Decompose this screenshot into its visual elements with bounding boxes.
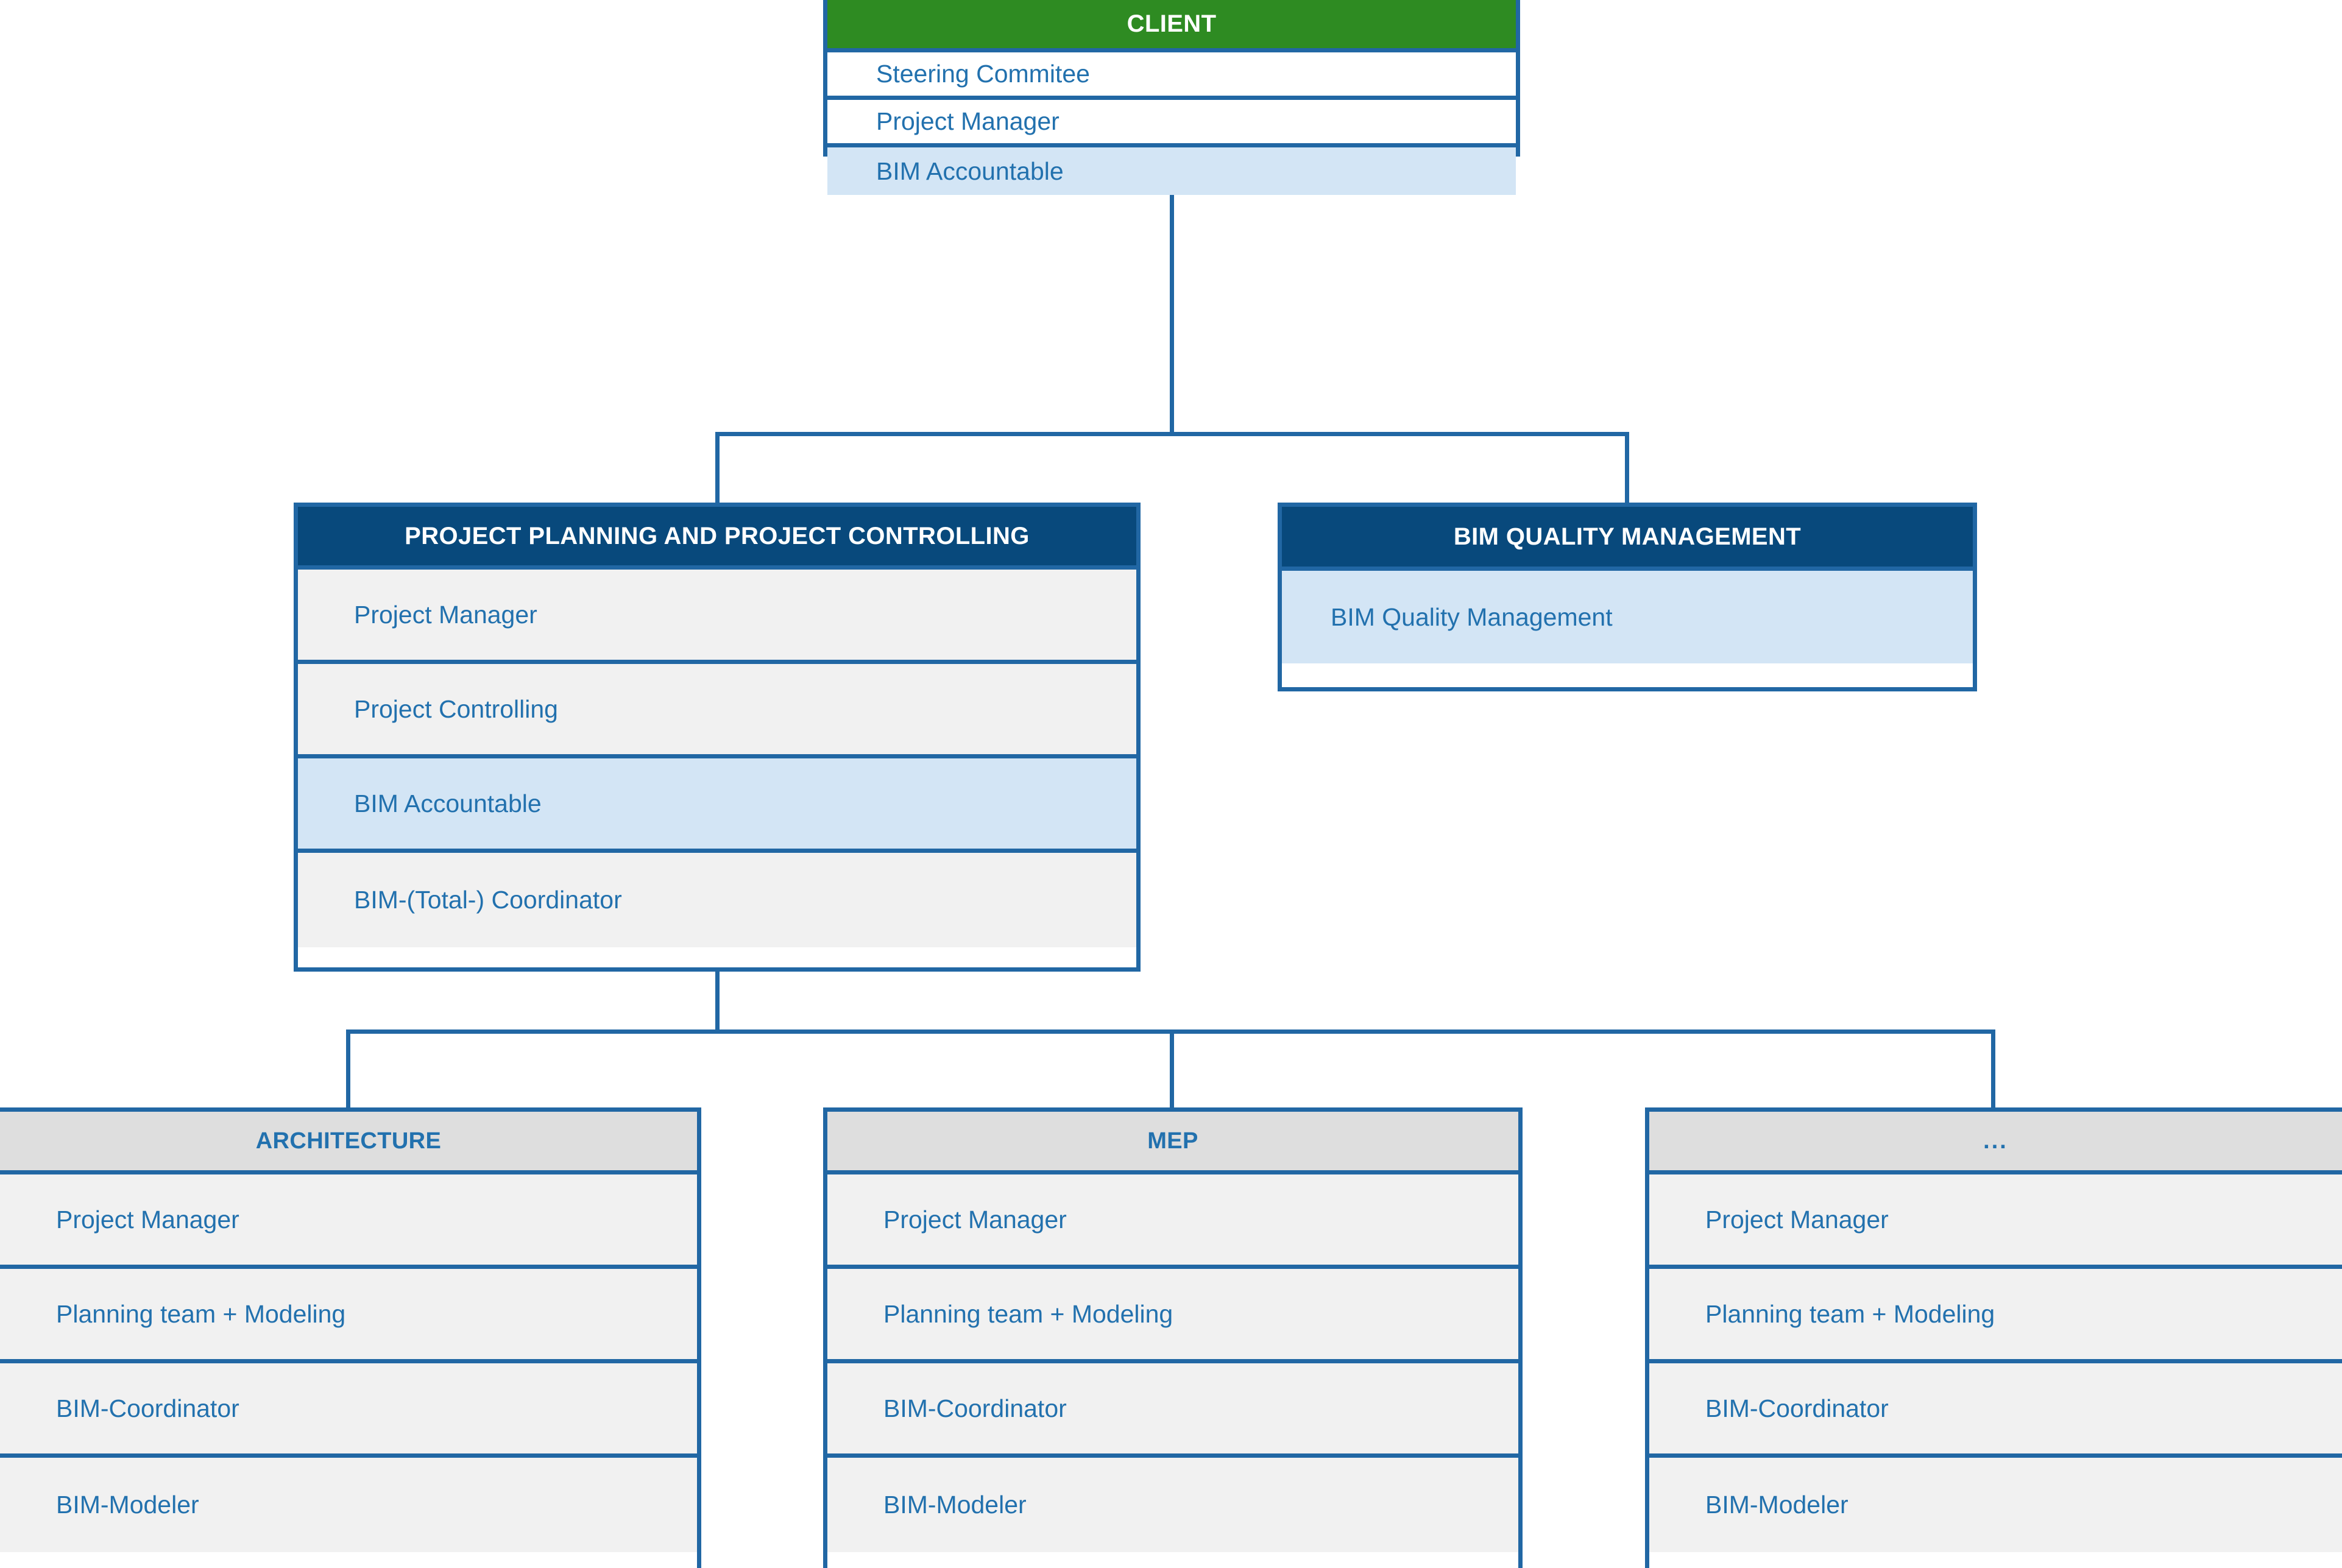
connector-to-mep [1170,1029,1174,1112]
org-row-arch-bim-coordinator[interactable]: BIM-Coordinator [0,1363,697,1458]
connector-to-bim-quality-management [1625,432,1629,507]
org-row-etc-project-manager[interactable]: Project Manager [1649,1174,2342,1269]
org-row-project-manager[interactable]: Project Manager [827,100,1516,147]
org-chart-canvas: CLIENT Steering Commitee Project Manager… [0,0,2342,1568]
org-row-bim-quality-management[interactable]: BIM Quality Management [1282,571,1973,663]
org-row-mep-project-manager[interactable]: Project Manager [827,1174,1518,1269]
org-node-etc-header: ... [1649,1112,2342,1174]
org-node-client[interactable]: CLIENT Steering Commitee Project Manager… [823,0,1520,195]
org-row-bim-accountable[interactable]: BIM Accountable [827,147,1516,195]
org-node-etc[interactable]: ... Project Manager Planning team + Mode… [1645,1107,2342,1568]
org-node-architecture-header: ARCHITECTURE [0,1112,697,1174]
org-node-project-planning-header: PROJECT PLANNING AND PROJECT CONTROLLING [298,507,1136,570]
org-row-mep-bim-modeler[interactable]: BIM-Modeler [827,1458,1518,1552]
org-row-ppc-bim-total-coordinator[interactable]: BIM-(Total-) Coordinator [298,853,1136,947]
org-node-bim-quality-management-header: BIM QUALITY MANAGEMENT [1282,507,1973,571]
org-node-mep[interactable]: MEP Project Manager Planning team + Mode… [823,1107,1523,1568]
org-row-ppc-bim-accountable[interactable]: BIM Accountable [298,758,1136,853]
connector-to-etc [1991,1029,1995,1112]
connector-to-project-planning [715,432,720,507]
org-node-client-header: CLIENT [827,0,1516,52]
connector-project-planning-stem [715,972,720,1033]
connector-client-bus [715,432,1629,436]
org-row-ppc-project-manager[interactable]: Project Manager [298,570,1136,664]
org-node-mep-header: MEP [827,1112,1518,1174]
connector-to-architecture [346,1029,350,1112]
org-row-arch-planning-team-modeling[interactable]: Planning team + Modeling [0,1269,697,1363]
org-row-mep-planning-team-modeling[interactable]: Planning team + Modeling [827,1269,1518,1363]
org-row-mep-bim-coordinator[interactable]: BIM-Coordinator [827,1363,1518,1458]
org-row-etc-bim-modeler[interactable]: BIM-Modeler [1649,1458,2342,1552]
org-node-bim-quality-management[interactable]: BIM QUALITY MANAGEMENT BIM Quality Manag… [1278,503,1977,691]
org-row-etc-planning-team-modeling[interactable]: Planning team + Modeling [1649,1269,2342,1363]
org-node-project-planning-and-project-controlling[interactable]: PROJECT PLANNING AND PROJECT CONTROLLING… [294,503,1141,972]
org-row-arch-project-manager[interactable]: Project Manager [0,1174,697,1269]
org-row-ppc-project-controlling[interactable]: Project Controlling [298,664,1136,758]
org-row-etc-bim-coordinator[interactable]: BIM-Coordinator [1649,1363,2342,1458]
org-row-steering-commitee[interactable]: Steering Commitee [827,52,1516,100]
connector-client-stem [1170,157,1174,436]
org-row-arch-bim-modeler[interactable]: BIM-Modeler [0,1458,697,1552]
org-node-architecture[interactable]: ARCHITECTURE Project Manager Planning te… [0,1107,701,1568]
